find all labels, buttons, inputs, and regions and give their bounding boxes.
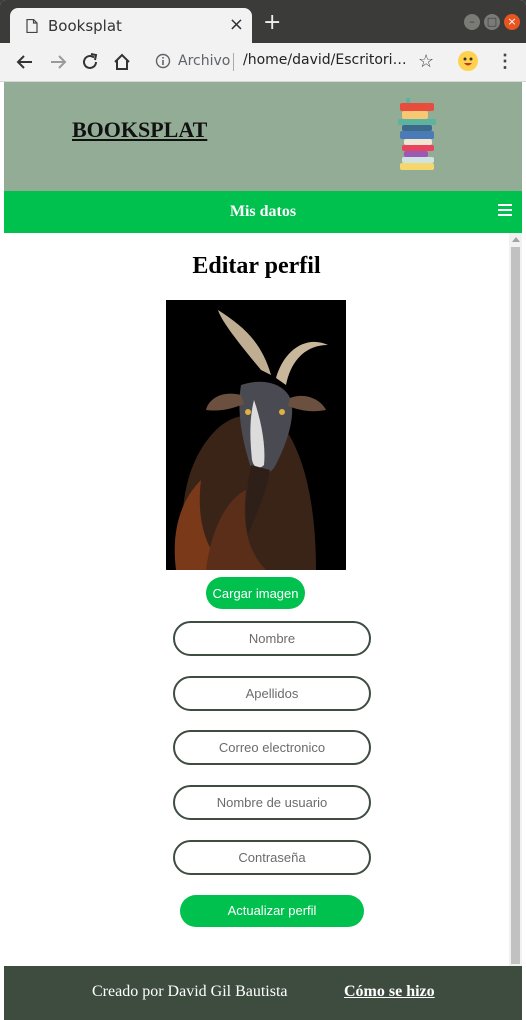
password-field[interactable] (173, 840, 371, 875)
document-icon (26, 19, 38, 33)
reload-icon[interactable] (80, 52, 100, 72)
browser-window: Booksplat × + – □ × Archivo /home/david/… (0, 0, 526, 1020)
maximize-icon: □ (486, 15, 498, 28)
close-icon: × (507, 15, 517, 28)
update-profile-button[interactable]: Actualizar perfil (180, 895, 364, 927)
menu-kebab-icon[interactable]: ⋮ (496, 51, 514, 71)
username-field[interactable] (173, 785, 371, 820)
tab-title: Booksplat (48, 17, 122, 35)
page-title: Editar perfil (192, 253, 321, 279)
surname-field[interactable] (173, 676, 371, 711)
name-field[interactable] (173, 621, 371, 656)
maximize-button[interactable]: □ (484, 14, 500, 30)
hamburger-icon[interactable] (498, 204, 512, 218)
main-content: Editar perfil Cargar imagen Nombre Apell… (4, 233, 509, 966)
profile-avatar-icon[interactable] (458, 51, 478, 71)
site-header: BOOKSPLAT (4, 82, 522, 191)
site-brand-link[interactable]: BOOKSPLAT (72, 117, 207, 143)
security-label: Archivo (178, 53, 231, 69)
minimize-button[interactable]: – (464, 14, 480, 30)
browser-tab[interactable]: Booksplat × (10, 8, 252, 43)
nav-bar: Mis datos (4, 191, 522, 233)
browser-toolbar: Archivo /home/david/Escritorio... ☆ ⋮ (0, 43, 526, 82)
bookmark-star-icon[interactable]: ☆ (418, 51, 434, 72)
minimize-icon: – (469, 15, 475, 28)
web-page: BOOKSPLAT Mis datos Editar perfil Cargar… (4, 82, 522, 1020)
info-icon[interactable] (155, 53, 171, 69)
new-tab-button[interactable]: + (263, 12, 281, 34)
address-bar[interactable]: /home/david/Escritorio... (243, 52, 408, 68)
scroll-up-arrow-icon[interactable] (512, 237, 520, 242)
book-stack-icon (398, 98, 436, 170)
how-it-was-made-link[interactable]: Cómo se hizo (344, 983, 435, 1001)
upload-image-button[interactable]: Cargar imagen (206, 577, 305, 609)
emoji-face-icon (463, 57, 473, 66)
goat-photo-icon (166, 300, 346, 570)
forward-arrow-icon[interactable] (48, 52, 68, 72)
nav-title: Mis datos (229, 203, 297, 220)
site-footer: Creado por David Gil Bautista Cómo se hi… (4, 966, 522, 1020)
tab-close-icon[interactable]: × (229, 15, 244, 35)
scrollbar[interactable] (509, 233, 522, 966)
omnibox-separator (233, 53, 234, 71)
tab-strip: Booksplat × + – □ × (0, 0, 526, 43)
footer-credit: Creado por David Gil Bautista (92, 983, 288, 1000)
scrollbar-thumb[interactable] (511, 247, 520, 964)
email-field[interactable] (173, 730, 371, 765)
profile-image (166, 300, 346, 570)
back-arrow-icon[interactable] (15, 52, 35, 72)
close-window-button[interactable]: × (504, 14, 520, 30)
home-icon[interactable] (112, 52, 132, 72)
